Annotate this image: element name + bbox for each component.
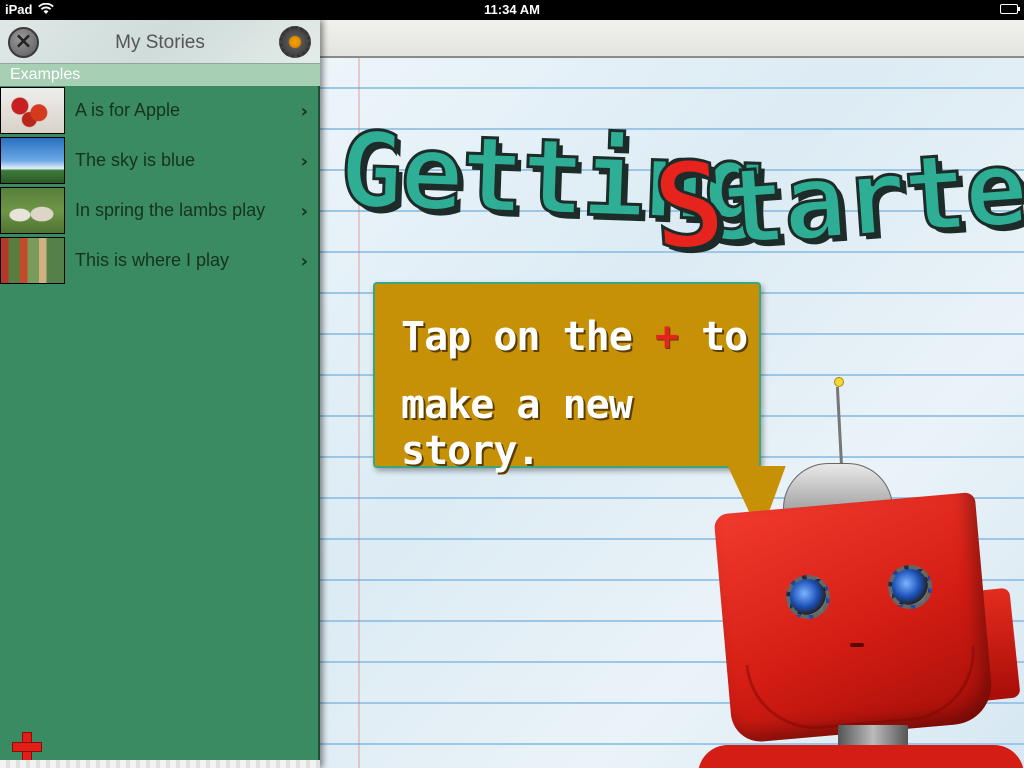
plus-icon: + bbox=[654, 314, 679, 360]
bubble-line-1: Tap on the + to bbox=[401, 314, 748, 360]
chevron-right-icon: › bbox=[300, 251, 308, 272]
close-icon: × bbox=[14, 29, 33, 54]
sidebar-title: My Stories bbox=[115, 32, 205, 53]
robot-mouth bbox=[850, 643, 864, 647]
robot-mascot bbox=[698, 375, 1024, 768]
add-story-button[interactable] bbox=[12, 732, 42, 762]
sidebar-header: × My Stories bbox=[0, 20, 320, 64]
clock: 11:34 AM bbox=[484, 2, 540, 17]
getting-started-page: Getting Started Tap on the + to make a n… bbox=[318, 20, 1024, 768]
story-title: A is for Apple bbox=[75, 100, 181, 120]
bubble-text-to: to bbox=[678, 314, 748, 360]
story-thumbnail bbox=[0, 87, 65, 134]
story-item[interactable]: The sky is blue › bbox=[0, 136, 320, 186]
status-bar: iPad 11:34 AM bbox=[0, 0, 1024, 20]
robot-antenna-tip bbox=[834, 377, 844, 387]
robot-antenna bbox=[835, 386, 844, 468]
page-title: Getting Started bbox=[337, 107, 1024, 278]
settings-button[interactable] bbox=[279, 26, 311, 58]
story-thumbnail bbox=[0, 137, 65, 184]
story-item[interactable]: A is for Apple › bbox=[0, 86, 320, 136]
story-title: The sky is blue bbox=[75, 150, 196, 170]
story-thumbnail bbox=[0, 237, 65, 284]
title-word-started-rest: tarted bbox=[717, 121, 1024, 271]
chevron-right-icon: › bbox=[300, 101, 308, 122]
chevron-right-icon: › bbox=[300, 201, 308, 222]
page-top-strip bbox=[318, 20, 1024, 58]
robot-left-eye bbox=[786, 575, 830, 619]
story-title: In spring the lambs play bbox=[75, 200, 266, 220]
robot-body bbox=[698, 745, 1024, 768]
story-thumbnail bbox=[0, 187, 65, 234]
title-letter-s: S bbox=[647, 133, 729, 278]
chevron-right-icon: › bbox=[300, 151, 308, 172]
torn-edge bbox=[0, 760, 320, 768]
story-list: A is for Apple › The sky is blue › In sp… bbox=[0, 86, 320, 286]
close-button[interactable]: × bbox=[8, 27, 39, 58]
bubble-text-tap: Tap on the bbox=[401, 314, 655, 360]
robot-right-eye bbox=[888, 565, 932, 609]
section-header-examples: Examples bbox=[0, 64, 320, 86]
story-item[interactable]: This is where I play › bbox=[0, 236, 320, 286]
stories-sidebar: × My Stories Examples A is for Apple › T… bbox=[0, 20, 320, 768]
story-item[interactable]: In spring the lambs play › bbox=[0, 186, 320, 236]
story-title: This is where I play bbox=[75, 250, 230, 270]
battery-icon bbox=[1000, 4, 1020, 14]
